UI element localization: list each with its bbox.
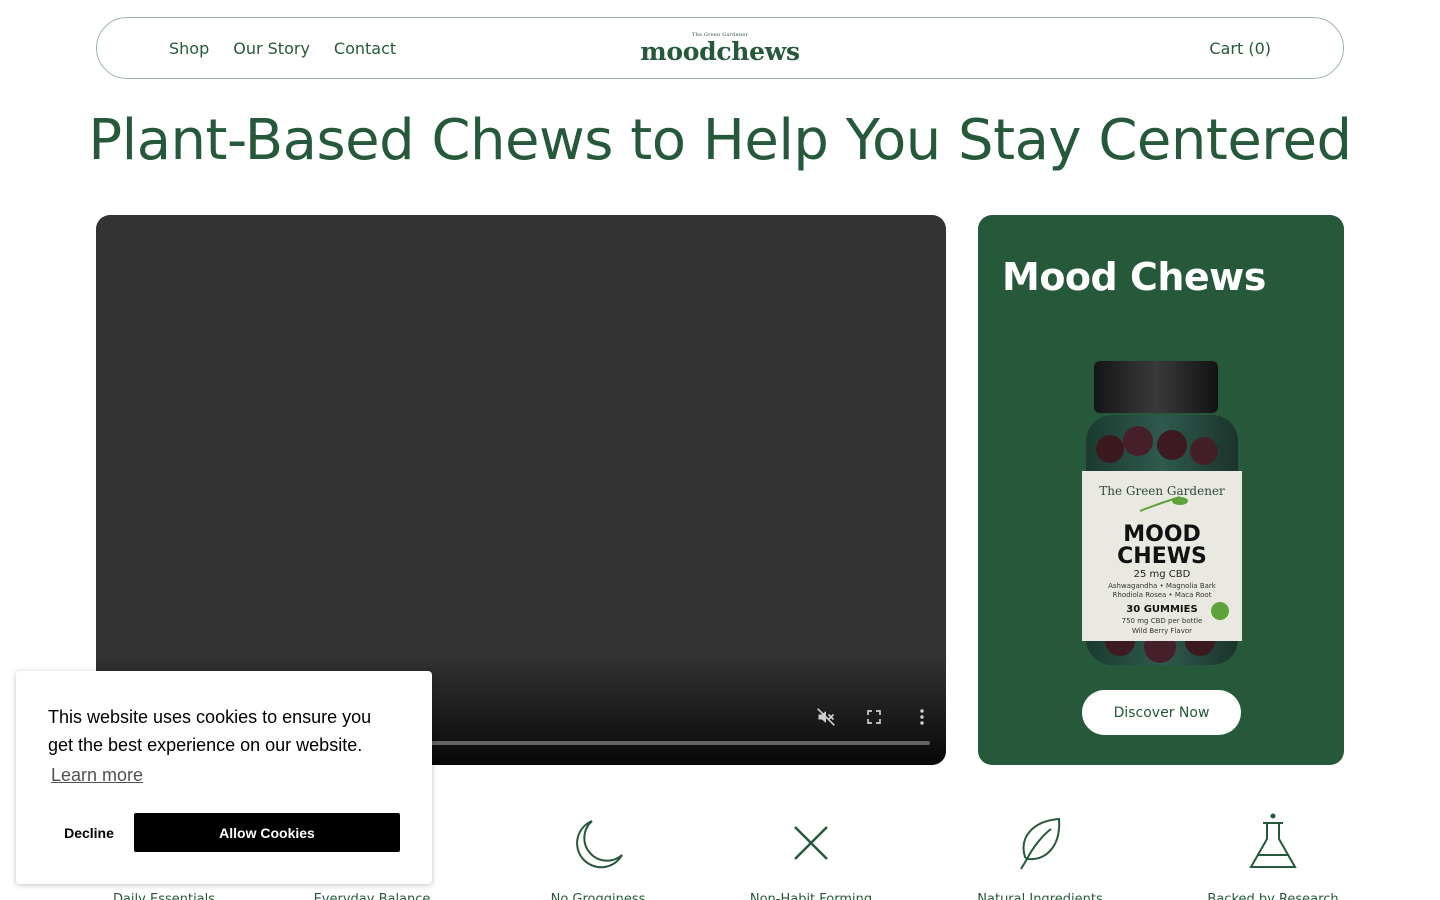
mute-icon[interactable]: [814, 705, 838, 729]
feature-item-non-habit-forming: Non-Habit Forming: [701, 810, 921, 900]
feature-label: Backed by Research: [1207, 892, 1339, 900]
video-controls: [814, 705, 934, 729]
more-icon[interactable]: [910, 705, 934, 729]
leaf-icon: [930, 810, 1150, 876]
feature-label: Daily Essentials: [112, 892, 216, 900]
bottle-brand: The Green Gardener: [1099, 484, 1225, 498]
bottle-ingredients-2: Rhodiola Rosea • Maca Root: [1113, 591, 1212, 599]
feature-label: Non-Habit Forming: [749, 892, 873, 900]
logo-wordmark: moodchews: [640, 37, 800, 66]
flask-icon: [1163, 810, 1383, 876]
bottle-dose: 25 mg CBD: [1134, 569, 1191, 580]
cookie-message: This website uses cookies to ensure you …: [48, 707, 372, 755]
bottle-total: 750 mg CBD per bottle: [1122, 617, 1203, 625]
feature-label: Everyday Balance: [313, 892, 431, 900]
product-promo-card: Mood Chews The Green Gardener MOOD CHEWS…: [978, 215, 1344, 765]
discover-now-button[interactable]: Discover Now: [1082, 690, 1241, 735]
bottle-ingredients-1: Ashwagandha • Magnolia Bark: [1108, 582, 1217, 590]
bottle-count: 30 GUMMIES: [1126, 604, 1197, 615]
feature-item-backed-by-research: Backed by Research: [1163, 810, 1383, 900]
fullscreen-icon[interactable]: [862, 705, 886, 729]
cookie-banner: This website uses cookies to ensure you …: [16, 671, 432, 884]
feature-item-natural-ingredients: Natural Ingredients: [930, 810, 1150, 900]
bottle-flavor: Wild Berry Flavor: [1132, 627, 1192, 635]
feature-label: Natural Ingredients: [977, 892, 1103, 900]
cookie-decline-button[interactable]: Decline: [34, 813, 144, 852]
x-icon: [701, 810, 921, 876]
promo-title: Mood Chews: [1002, 255, 1266, 299]
site-logo[interactable]: The Green Gardener moodchews: [97, 32, 1343, 66]
moon-icon: [488, 810, 708, 876]
feature-label: No Grogginess: [550, 892, 646, 900]
hero-title: Plant-Based Chews to Help You Stay Cente…: [88, 108, 1352, 173]
site-header: Shop Our Story Contact The Green Gardene…: [96, 17, 1344, 79]
cookie-allow-button[interactable]: Allow Cookies: [134, 813, 400, 852]
feature-item-no-grogginess: No Grogginess: [488, 810, 708, 900]
product-bottle-image: The Green Gardener MOOD CHEWS 25 mg CBD …: [1082, 361, 1242, 665]
bottle-line2: CHEWS: [1117, 544, 1207, 569]
cart-link[interactable]: Cart (0): [1209, 18, 1271, 78]
cookie-learn-more-link[interactable]: Learn more: [51, 765, 143, 786]
